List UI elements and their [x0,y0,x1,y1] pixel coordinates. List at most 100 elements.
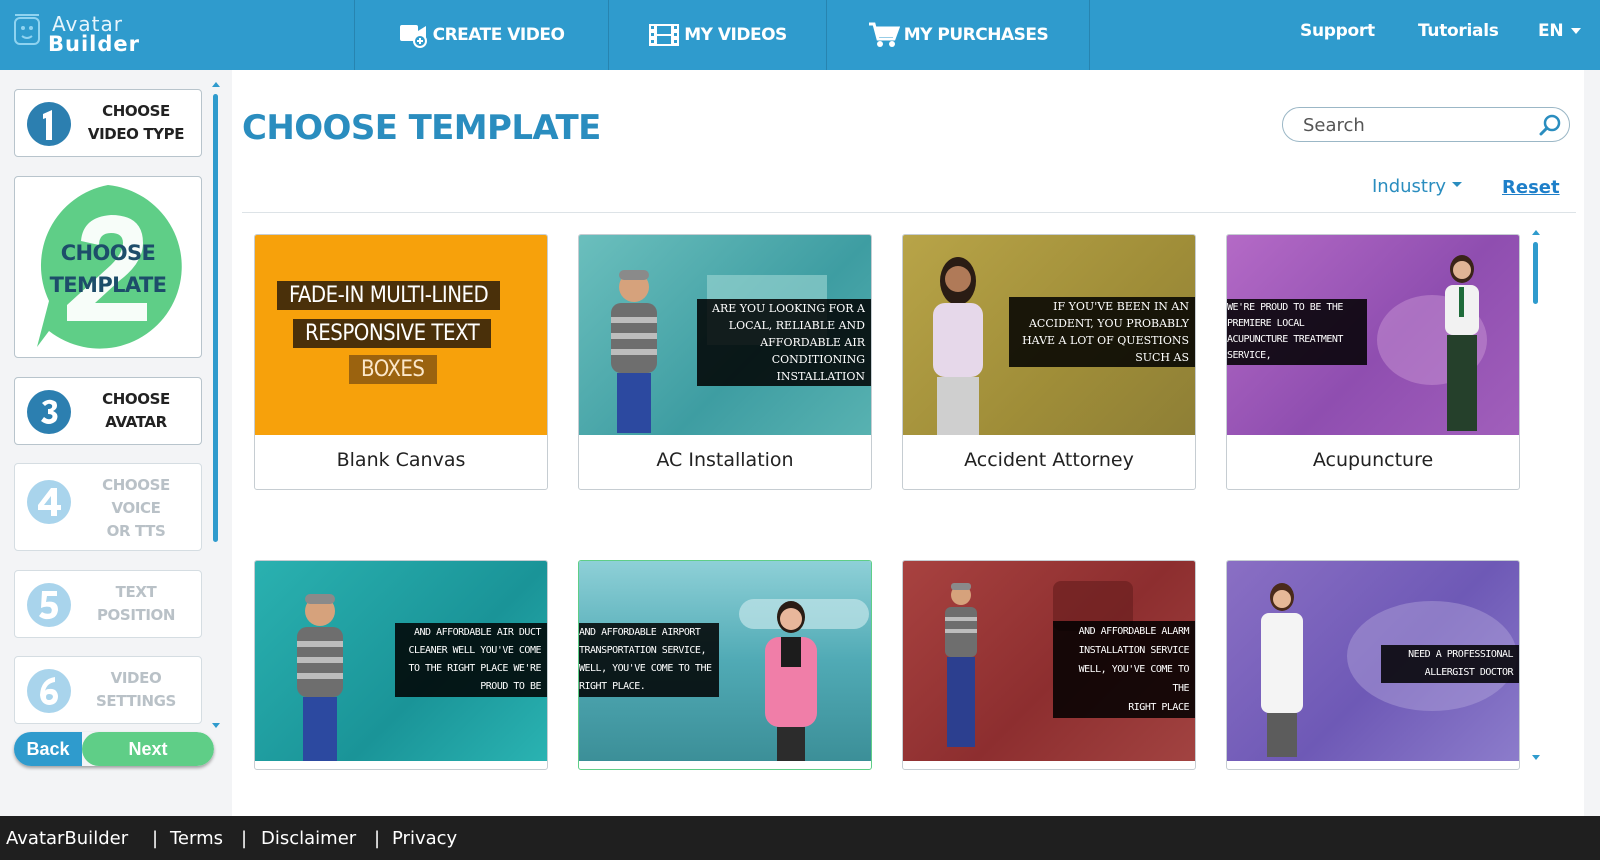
template-thumbnail: FADE-IN MULTI-LINED RESPONSIVE TEXT BOXE… [255,235,547,435]
industry-label: Industry [1372,176,1447,197]
thumb-text-line: FADE-IN MULTI-LINED [277,281,501,310]
step-3-line2: AVATAR [105,413,167,431]
template-card-ac-installation[interactable]: ARE YOU LOOKING FOR A LOCAL, RELIABLE AN… [578,234,872,490]
step-4-line3: OR TTS [106,522,166,540]
scroll-up-icon[interactable] [1532,230,1540,235]
step-6-line2: SETTINGS [96,692,176,710]
thumb-text-line: SERVICE, [1227,350,1272,361]
thumb-text-line: WE'RE PROUD TO BE THE [1227,302,1343,313]
chevron-down-icon [1452,181,1463,187]
thumb-text-line: ALLERGIST DOCTOR [1424,667,1514,678]
search-box[interactable] [1282,107,1570,142]
template-card-airport[interactable]: AND AFFORDABLE AIRPORT TRANSPORTATION SE… [578,560,872,770]
avatar-builder-logo[interactable]: Avatar Builder [12,10,152,58]
next-button[interactable]: Next [82,732,214,766]
thumb-text-line: TO THE RIGHT PLACE WE'RE [408,663,542,674]
robot-head-icon [14,14,40,45]
thumb-text-line: PROUD TO BE [480,681,541,692]
step-6-icon [27,669,71,713]
thumb-text-line: PREMIERE LOCAL [1227,318,1305,329]
template-grid-scrollbar[interactable] [1530,230,1542,760]
template-name: Accident Attorney [964,449,1134,471]
footer-separator: | [152,828,159,849]
footer-brand-link[interactable]: AvatarBuilder [6,828,128,849]
thumb-text-line: BOXES [349,355,437,384]
thumb-caption: NEED A PROFESSIONAL ALLERGIST DOCTOR [1381,645,1519,683]
step-4-line1: CHOOSE [102,476,170,494]
scroll-down-icon[interactable] [1532,755,1540,760]
nav-my-purchases[interactable]: MY PURCHASES [826,0,1090,70]
step-choose-video-type[interactable]: CHOOSE VIDEO TYPE [14,89,202,157]
step-4-line2: VOICE [111,499,161,517]
reset-filters-link[interactable]: Reset [1502,177,1560,198]
thumb-text-line: LOCAL, RELIABLE AND [728,319,865,332]
step-1-icon [27,102,71,146]
step-5-icon [27,583,71,627]
template-name: Acupuncture [1312,449,1434,471]
tutorials-link[interactable]: Tutorials [1418,21,1499,41]
footer-separator: | [241,828,248,849]
step-choose-avatar[interactable]: CHOOSE AVATAR [14,377,202,445]
template-card-allergist[interactable]: NEED A PROFESSIONAL ALLERGIST DOCTOR [1226,560,1520,770]
nav-my-purchases-label: MY PURCHASES [903,25,1049,45]
template-thumbnail: AND AFFORDABLE AIR DUCT CLEANER WELL YOU… [255,561,547,761]
cart-icon [868,22,900,47]
template-grid: FADE-IN MULTI-LINED RESPONSIVE TEXT BOXE… [242,220,1572,816]
thumb-text-line: AFFORDABLE AIR [760,336,865,349]
search-icon[interactable] [1539,114,1561,136]
sidebar-scroll-thumb[interactable] [213,94,218,542]
avatar-man-image [297,594,343,761]
nav-create-video[interactable]: CREATE VIDEO [354,0,608,70]
template-card-air-duct[interactable]: AND AFFORDABLE AIR DUCT CLEANER WELL YOU… [254,560,548,770]
template-name: AC Installation [656,449,794,471]
template-thumbnail: NEED A PROFESSIONAL ALLERGIST DOCTOR [1227,561,1519,761]
language-dropdown[interactable]: EN [1538,21,1582,41]
thumb-text-line: SUCH AS [1135,351,1189,364]
step-3-line1: CHOOSE [102,390,170,408]
template-card-accident-attorney[interactable]: IF YOU'VE BEEN IN AN ACCIDENT, YOU PROBA… [902,234,1196,490]
step-choose-template[interactable]: CHOOSE TEMPLATE [14,176,202,358]
footer-disclaimer-link[interactable]: Disclaimer [261,828,356,849]
back-button[interactable]: Back [14,732,82,766]
template-card-blank-canvas[interactable]: FADE-IN MULTI-LINED RESPONSIVE TEXT BOXE… [254,234,548,490]
scroll-up-icon[interactable] [212,82,220,87]
search-input[interactable] [1303,114,1533,136]
industry-filter-dropdown[interactable]: Industry [1372,176,1463,197]
thumb-text-line: RIGHT PLACE. [579,681,646,692]
chevron-down-icon [1571,28,1582,34]
divider [242,212,1576,213]
thumb-text-line: RESPONSIVE TEXT [293,319,492,348]
avatar-man-image [945,583,977,747]
step-1-line2: VIDEO TYPE [87,125,185,143]
thumb-text-line: WELL, YOU'VE COME TO THE [1078,664,1190,694]
thumb-text-line: HAVE A LOT OF QUESTIONS [1022,334,1189,347]
footer-terms-link[interactable]: Terms [170,828,223,849]
avatar-man-image [611,270,657,433]
footer: AvatarBuilder | Terms | Disclaimer | Pri… [0,816,1600,860]
thumb-caption: AND AFFORDABLE AIRPORT TRANSPORTATION SE… [579,623,719,697]
film-icon [649,24,680,46]
grid-scroll-thumb[interactable] [1533,242,1538,304]
nav-my-videos[interactable]: MY VIDEOS [608,0,826,70]
support-link[interactable]: Support [1300,21,1375,41]
template-card-acupuncture[interactable]: WE'RE PROUD TO BE THE PREMIERE LOCAL ACU… [1226,234,1520,490]
footer-privacy-link[interactable]: Privacy [392,828,457,849]
thumb-text-line: ACCIDENT, YOU PROBABLY [1028,317,1189,330]
steps-sidebar: CHOOSE VIDEO TYPE CHOOSE TEMPLATE CHOOSE… [0,70,232,816]
template-name: Blank Canvas [336,449,466,471]
video-plus-icon [399,25,427,48]
avatar-woman-image [765,601,817,761]
step-5-line2: POSITION [96,606,176,624]
logo-text-builder: Builder [48,32,140,56]
scroll-down-icon[interactable] [212,723,220,728]
avatar-woman-image [933,257,983,435]
step-2-line1: CHOOSE [60,241,156,265]
thumb-text-line: WELL, YOU'VE COME TO THE [579,663,712,674]
template-card-alarm[interactable]: AND AFFORDABLE ALARM INSTALLATION SERVIC… [902,560,1196,770]
step-6-line1: VIDEO [110,669,162,687]
thumb-caption: IF YOU'VE BEEN IN AN ACCIDENT, YOU PROBA… [1009,297,1195,367]
nav-buttons: Back Next [14,732,214,766]
sidebar-scrollbar[interactable] [210,82,222,728]
thumb-caption: AND AFFORDABLE AIR DUCT CLEANER WELL YOU… [395,623,547,697]
thumb-text-line: TRANSPORTATION SERVICE, [579,645,706,656]
